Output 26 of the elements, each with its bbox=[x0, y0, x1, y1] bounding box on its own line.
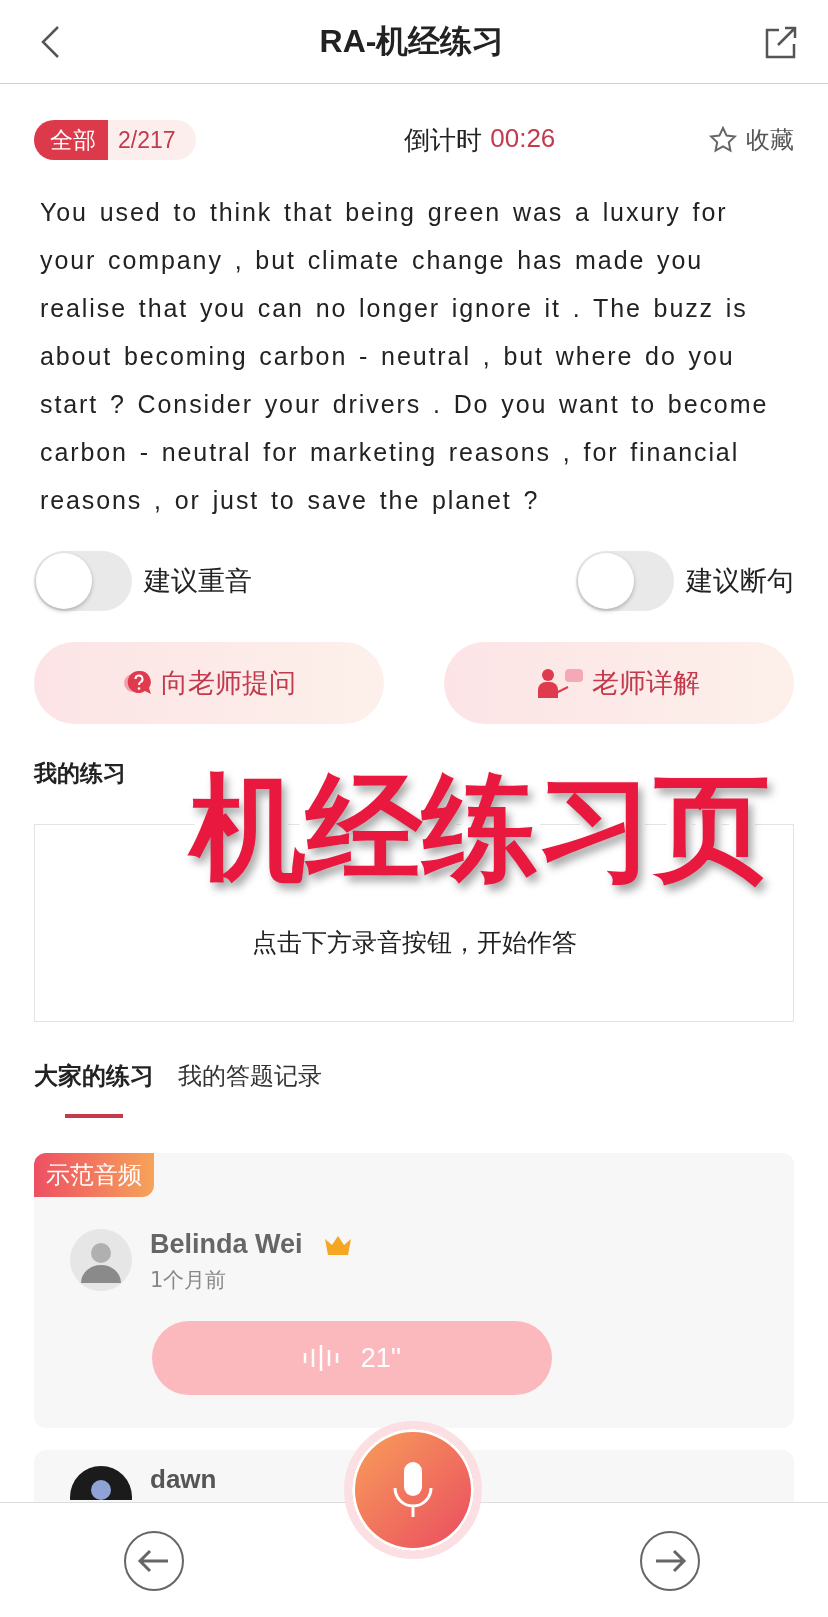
user-name: dawn bbox=[150, 1466, 217, 1492]
countdown-timer: 倒计时 00:26 bbox=[404, 122, 556, 157]
share-icon[interactable] bbox=[764, 24, 798, 59]
toggle-switch[interactable] bbox=[34, 551, 132, 611]
toggle-label: 建议断句 bbox=[686, 564, 794, 598]
passage-text: You used to think that being green was a luxury for your company , but climate change has made you realise that you can no longer ignore it . The buzz is about becoming carbon - neutral , but where do you start ? Consider your drivers . Do you want to become carbon - neutral for marketing reasons , for financial reasons , or just to save the planet ? bbox=[40, 197, 770, 516]
user-name: Belinda Wei bbox=[150, 1229, 303, 1260]
ask-teacher-button[interactable]: 向老师提问 bbox=[34, 642, 384, 724]
sound-wave-icon bbox=[302, 1345, 341, 1371]
avatar-icon bbox=[70, 1229, 132, 1291]
teacher-icon bbox=[538, 668, 584, 698]
next-icon[interactable] bbox=[640, 1531, 700, 1591]
question-filter[interactable]: 全部 2/217 bbox=[34, 120, 196, 160]
toggle-label: 建议重音 bbox=[144, 564, 252, 598]
previous-icon[interactable] bbox=[124, 1531, 184, 1591]
page-title: RA-机经练习 bbox=[319, 21, 505, 61]
tab[interactable]: 我的答题记录 bbox=[178, 1060, 322, 1092]
section-title: 我的练习 bbox=[34, 759, 127, 788]
favorite-button[interactable]: 收藏 bbox=[708, 124, 794, 156]
sample-audio-tag: 示范音频 bbox=[34, 1153, 154, 1197]
question-bubble-icon bbox=[122, 669, 153, 697]
teacher-explain-button[interactable]: 老师详解 bbox=[444, 642, 794, 724]
tab[interactable]: 大家的练习 bbox=[34, 1060, 154, 1092]
back-icon[interactable] bbox=[40, 24, 60, 59]
post-time: 1个月前 bbox=[150, 1267, 228, 1294]
toggle-switch[interactable] bbox=[576, 551, 674, 611]
